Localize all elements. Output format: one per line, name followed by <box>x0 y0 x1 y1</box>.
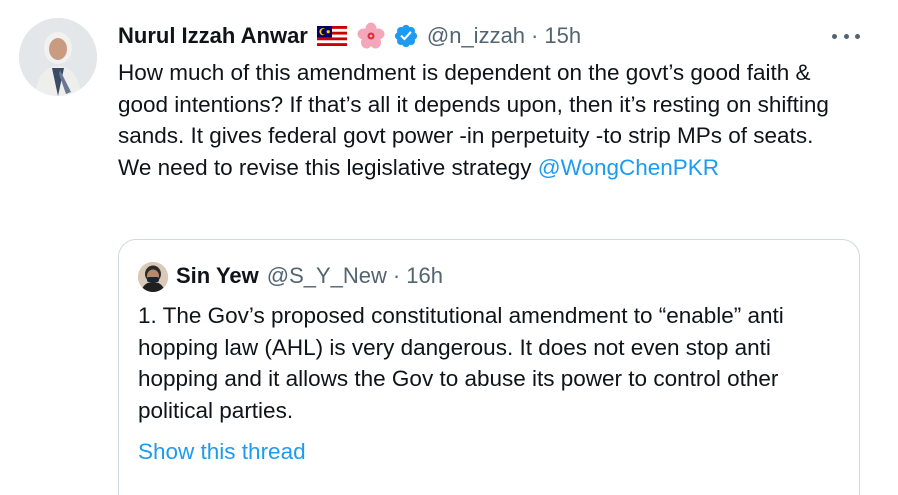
quoted-author-handle[interactable]: @S_Y_New <box>267 263 387 289</box>
more-dot <box>832 33 837 39</box>
more-dot <box>855 33 860 39</box>
quoted-tweet-timestamp[interactable]: 16h <box>406 263 443 289</box>
verified-badge-icon <box>394 24 417 48</box>
quoted-author-avatar[interactable] <box>138 262 168 292</box>
author-avatar[interactable] <box>19 18 97 96</box>
more-options-icon[interactable] <box>832 25 860 47</box>
author-handle[interactable]: @n_izzah <box>427 23 525 49</box>
mention-link[interactable]: @WongChenPKR <box>538 155 719 180</box>
more-dot <box>843 33 849 39</box>
tweet-text-content: How much of this amendment is dependent … <box>118 60 836 180</box>
quoted-author-avatar-image <box>138 262 168 292</box>
tweet-header: Nurul Izzah Anwar @n_izzah · 15h <box>118 19 581 53</box>
quoted-tweet[interactable]: Sin Yew @S_Y_New · 16h 1. The Gov’s prop… <box>118 239 860 495</box>
quoted-tweet-header: Sin Yew @S_Y_New · 16h <box>176 260 443 292</box>
hibiscus-icon <box>357 22 385 49</box>
tweet-text: How much of this amendment is dependent … <box>118 57 848 183</box>
quoted-author-display-name[interactable]: Sin Yew <box>176 263 259 289</box>
tweet-card[interactable]: Nurul Izzah Anwar @n_izzah · 15h How muc… <box>0 0 898 495</box>
author-display-name[interactable]: Nurul Izzah Anwar <box>118 23 308 49</box>
tweet-timestamp[interactable]: 15h <box>544 23 581 49</box>
separator-dot: · <box>392 263 401 288</box>
separator-dot: · <box>531 23 539 48</box>
malaysia-flag-icon <box>316 26 347 46</box>
quoted-tweet-text: 1. The Gov’s proposed constitutional ame… <box>138 303 784 423</box>
author-avatar-image <box>19 18 97 96</box>
show-thread-link[interactable]: Show this thread <box>138 439 306 465</box>
